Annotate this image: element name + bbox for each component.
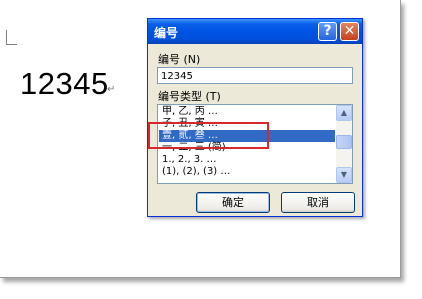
document-number-text[interactable]: 12345 <box>20 66 109 102</box>
dialog-titlebar[interactable]: 编号 ? ✕ <box>148 19 362 44</box>
page-corner-mark <box>6 30 17 45</box>
listbox-scrollbar[interactable]: ▲ ▼ <box>336 105 352 183</box>
paragraph-mark: ↵ <box>107 84 116 95</box>
scroll-down-icon[interactable]: ▼ <box>336 167 352 183</box>
list-item[interactable]: 甲, 乙, 丙 … <box>159 106 335 118</box>
red-highlight-annotation <box>148 122 269 149</box>
close-button[interactable]: ✕ <box>340 22 359 41</box>
number-input[interactable]: 12345 <box>157 67 353 84</box>
cancel-button[interactable]: 取消 <box>281 192 355 213</box>
number-label: 编号 (N) <box>158 53 201 66</box>
numbering-dialog: 编号 ? ✕ 编号 (N) 12345 编号类型 (T) 甲, 乙, 丙 … 子… <box>147 18 363 217</box>
dialog-title: 编号 <box>154 26 179 40</box>
list-item[interactable]: 1., 2., 3. … <box>159 154 335 166</box>
list-item[interactable]: (1), (2), (3) … <box>159 166 335 178</box>
scroll-up-icon[interactable]: ▲ <box>336 105 352 121</box>
help-button[interactable]: ? <box>318 22 337 41</box>
number-type-label: 编号类型 (T) <box>158 90 221 103</box>
scroll-thumb[interactable] <box>336 135 352 149</box>
ok-button[interactable]: 确定 <box>196 192 270 213</box>
